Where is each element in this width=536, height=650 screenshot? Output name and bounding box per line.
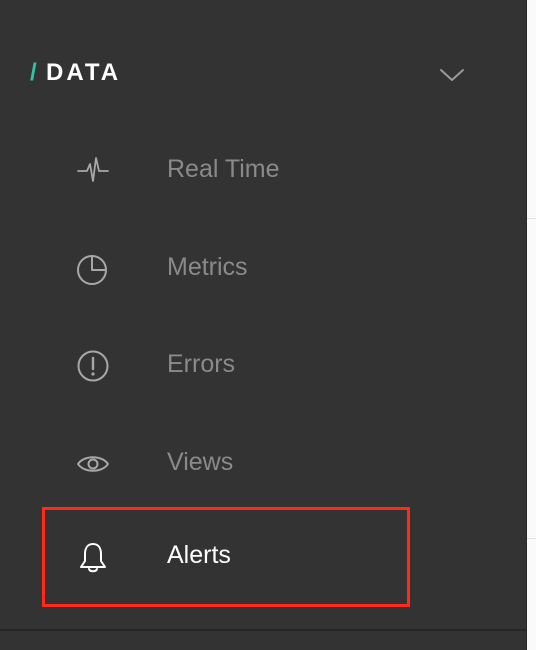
section-slash: / xyxy=(30,59,39,86)
nav-item-views[interactable]: Views xyxy=(42,414,410,512)
nav-item-alerts[interactable]: Alerts xyxy=(42,507,410,607)
pie-chart-icon xyxy=(77,255,107,285)
nav-item-metrics[interactable]: Metrics xyxy=(42,219,410,317)
divider xyxy=(527,538,536,539)
content-edge xyxy=(527,0,536,650)
divider xyxy=(527,218,536,219)
section-header-data[interactable]: / DATA xyxy=(0,48,527,102)
bell-icon xyxy=(80,543,106,573)
nav-item-label: Real Time xyxy=(167,155,280,183)
bottom-divider xyxy=(0,629,527,631)
nav-item-label: Metrics xyxy=(167,253,248,281)
alert-circle-icon xyxy=(77,350,109,382)
nav-item-label: Alerts xyxy=(167,541,231,569)
sidebar-panel: / DATA Real Time Metrics Errors Views Al… xyxy=(0,0,527,650)
pulse-icon xyxy=(77,157,109,182)
section-title: DATA xyxy=(46,59,122,86)
chevron-down-icon[interactable] xyxy=(438,63,466,87)
nav-item-label: Errors xyxy=(167,350,236,378)
nav-item-errors[interactable]: Errors xyxy=(42,316,410,414)
nav-item-label: Views xyxy=(167,448,234,476)
nav-item-real-time[interactable]: Real Time xyxy=(42,121,410,219)
eye-icon xyxy=(77,456,109,472)
